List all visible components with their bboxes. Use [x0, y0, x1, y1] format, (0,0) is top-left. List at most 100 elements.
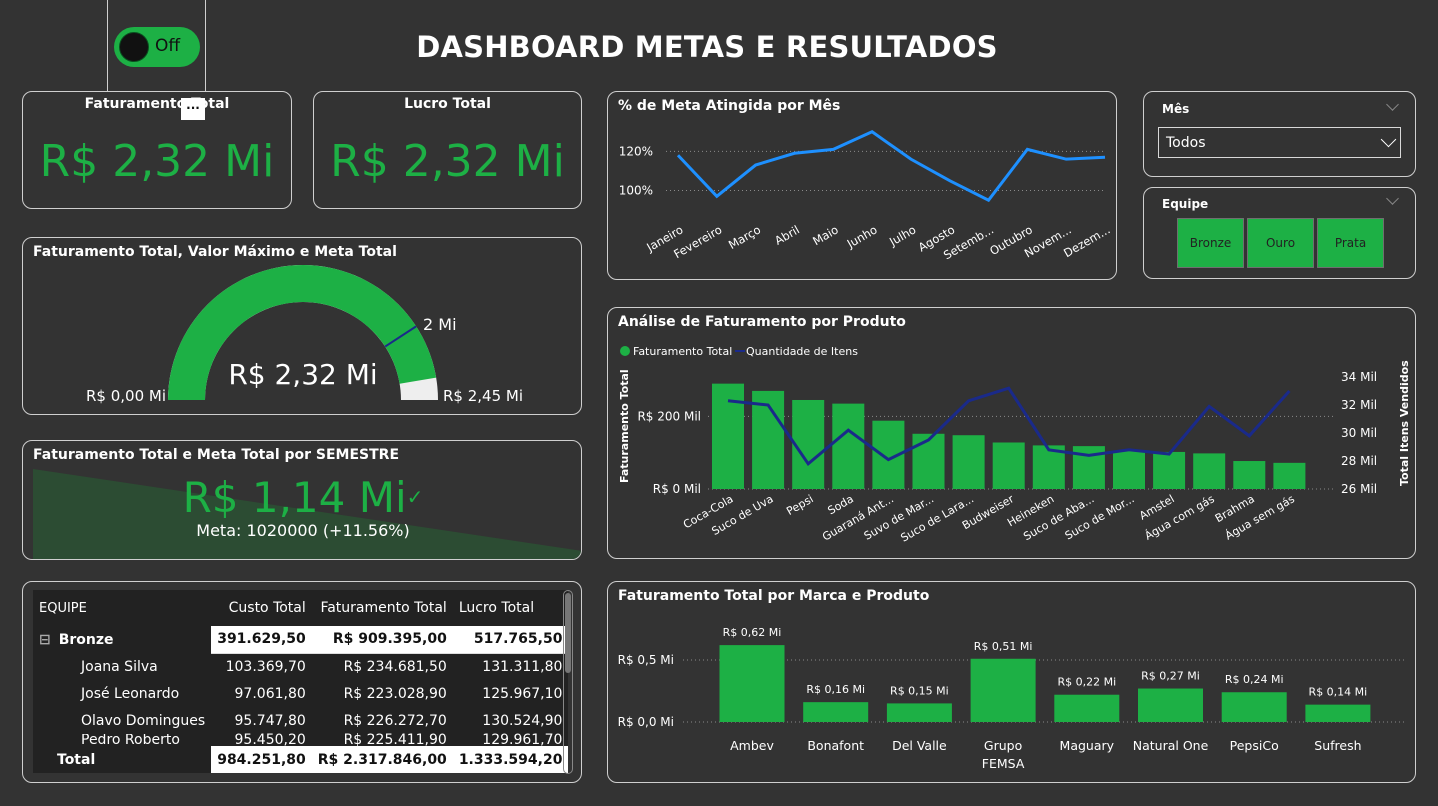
x-tick-label: Junho	[844, 222, 880, 251]
collapse-icon[interactable]: ⊟	[39, 632, 51, 648]
y-tick-label: R$ 0 Mil	[653, 482, 701, 496]
x-tick-label: Março	[726, 222, 763, 252]
equipe-table-card: EQUIPE Custo Total Faturamento Total Luc…	[22, 581, 582, 783]
x-tick-label: Maio	[810, 222, 841, 248]
y2-tick-label: 28 Mil	[1341, 454, 1377, 468]
gauge-target-label: 2 Mi	[423, 315, 457, 334]
x-tick-label: Bonafont	[807, 738, 864, 753]
slicer-mes-label: Mês	[1162, 102, 1190, 116]
table-row[interactable]: Joana Silva 103.369,70 R$ 234.681,50 131…	[33, 653, 569, 680]
table-row[interactable]: José Leonardo 97.061,80 R$ 223.028,90 12…	[33, 680, 569, 707]
kpi-faturamento-value: R$ 2,32 Mi	[39, 136, 275, 187]
gauge-card: Faturamento Total, Valor Máximo e Meta T…	[22, 237, 582, 415]
table-scrollbar-thumb[interactable]	[565, 593, 571, 673]
col-header-faturamento[interactable]: Faturamento Total	[311, 590, 453, 626]
legend-marker-faturamento	[620, 346, 630, 356]
data-label: R$ 0,14 Mi	[1309, 686, 1368, 699]
y2-tick-label: 30 Mil	[1341, 426, 1377, 440]
y-tick-label: R$ 200 Mil	[637, 409, 701, 423]
kpi-faturamento-card: Faturamento Total R$ 2,32 Mi	[22, 91, 292, 209]
bar	[1113, 450, 1145, 489]
y-tick-label: R$ 0,5 Mi	[618, 653, 674, 667]
semestre-meta: Meta: 1020000 (+11.56%)	[196, 521, 410, 540]
col-header-equipe[interactable]: EQUIPE	[33, 590, 212, 626]
chevron-down-icon[interactable]	[1386, 98, 1399, 111]
team-button-bronze[interactable]: Bronze	[1177, 218, 1244, 268]
y2-tick-label: 34 Mil	[1341, 370, 1377, 384]
more-options-icon[interactable]: ...	[181, 98, 205, 120]
x-tick-label: Grupo	[984, 738, 1022, 753]
gauge-max-label: R$ 2,45 Mi	[443, 387, 523, 405]
semestre-title: Faturamento Total e Meta Total por SEMES…	[33, 447, 400, 463]
team-button-prata[interactable]: Prata	[1317, 218, 1384, 268]
y-tick-label: 100%	[619, 183, 653, 197]
x-tick-label: Natural One	[1133, 738, 1209, 753]
team-button-ouro[interactable]: Ouro	[1247, 218, 1314, 268]
table-row[interactable]: Pedro Roberto 95.450,20 R$ 225.411,90 12…	[33, 733, 569, 747]
data-label: R$ 0,62 Mi	[723, 626, 782, 639]
y-axis-label: Faturamento Total	[618, 369, 631, 483]
bar	[803, 702, 869, 722]
kpi-lucro-title: Lucro Total	[404, 96, 491, 112]
marca-chart: R$ 0,0 Mi R$ 0,5 Mi R$ 0,62 Mi Ambev R$ 0,16…	[618, 626, 1406, 771]
bar	[952, 435, 985, 489]
marca-card: Faturamento Total por Marca e Produto R$…	[607, 581, 1416, 783]
mes-dropdown[interactable]: Todos	[1158, 127, 1401, 158]
bar	[886, 703, 952, 722]
slicer-equipe-label: Equipe	[1162, 197, 1209, 211]
bar	[1138, 688, 1203, 722]
x-tick-label: Água com gás	[1143, 492, 1217, 542]
kpi-faturamento-title: Faturamento Total	[84, 96, 230, 112]
x-tick-label: Água sem gás	[1223, 492, 1297, 542]
bar	[912, 433, 945, 489]
table-scrollbar[interactable]	[563, 590, 573, 774]
bar	[1273, 462, 1306, 489]
x-tick-label: Pepsi	[784, 492, 815, 518]
chevron-down-icon[interactable]	[1386, 192, 1399, 205]
legend-quantidade: Quantidade de Itens	[746, 345, 858, 358]
bar	[1054, 694, 1120, 722]
kpi-lucro-value: R$ 2,32 Mi	[330, 136, 565, 187]
x-tick-label: Ambev	[730, 738, 774, 753]
data-label: R$ 0,16 Mi	[806, 683, 865, 696]
check-icon: ✓	[406, 485, 424, 509]
bar	[832, 403, 865, 489]
y-tick-label: 120%	[619, 144, 653, 158]
y2-axis-label: Total Itens Vendidos	[1398, 360, 1411, 486]
bar	[992, 442, 1025, 489]
mes-dropdown-value: Todos	[1166, 135, 1206, 151]
col-header-lucro[interactable]: Lucro Total	[452, 590, 569, 626]
meta-month-chart: 100%120%JaneiroFevereiro Março Abril Maio Ju…	[619, 130, 1113, 262]
semestre-value: R$ 1,14 Mi✓	[182, 473, 424, 522]
dropdown-chevron-icon[interactable]	[1380, 131, 1397, 148]
x-tick-label: Abril	[772, 222, 802, 247]
meta-month-card: % de Meta Atingida por Mês 100% 120% Janei…	[607, 91, 1117, 280]
gauge-chart: R$ 2,32 Mi R$ 0,00 Mi R$ 2,45 Mi 2 Mi	[86, 264, 523, 405]
slicer-mes-card: Mês Todos	[1143, 91, 1416, 177]
slicer-equipe-card: Equipe Bronze Ouro Prata	[1143, 187, 1416, 279]
bar	[1153, 451, 1186, 489]
bar	[1193, 453, 1226, 489]
gauge-value-label: R$ 2,32 Mi	[228, 358, 377, 391]
table-row[interactable]: Olavo Domingues 95.747,80 R$ 226.272,70 …	[33, 707, 569, 734]
x-tick-label: FEMSA	[982, 756, 1025, 771]
bar	[1305, 704, 1371, 722]
col-header-custo[interactable]: Custo Total	[211, 590, 312, 626]
page-title: DASHBOARD METAS E RESULTADOS	[416, 30, 998, 64]
bar	[792, 399, 825, 489]
bar	[1233, 461, 1266, 489]
semestre-card: Faturamento Total e Meta Total por SEMES…	[22, 440, 582, 560]
produto-chart: Faturamento Total Quantidade de Itens Fa…	[618, 345, 1411, 545]
bar	[970, 658, 1036, 722]
data-label: R$ 0,27 Mi	[1141, 670, 1200, 683]
bar	[1221, 692, 1287, 722]
gauge-min-label: R$ 0,00 Mi	[86, 387, 166, 405]
x-tick-label: PepsiCo	[1230, 738, 1279, 753]
data-label: R$ 0,22 Mi	[1057, 676, 1116, 689]
produto-card: Análise de Faturamento por Produto Fatur…	[607, 307, 1416, 559]
y-tick-label: R$ 0,0 Mi	[618, 715, 674, 729]
legend-faturamento: Faturamento Total	[633, 345, 732, 358]
x-tick-label: Julho	[886, 222, 918, 249]
x-tick-label: Del Valle	[892, 738, 947, 753]
table-row-group[interactable]: ⊟ Bronze 391.629,50 R$ 909.395,00 517.765…	[33, 626, 569, 654]
